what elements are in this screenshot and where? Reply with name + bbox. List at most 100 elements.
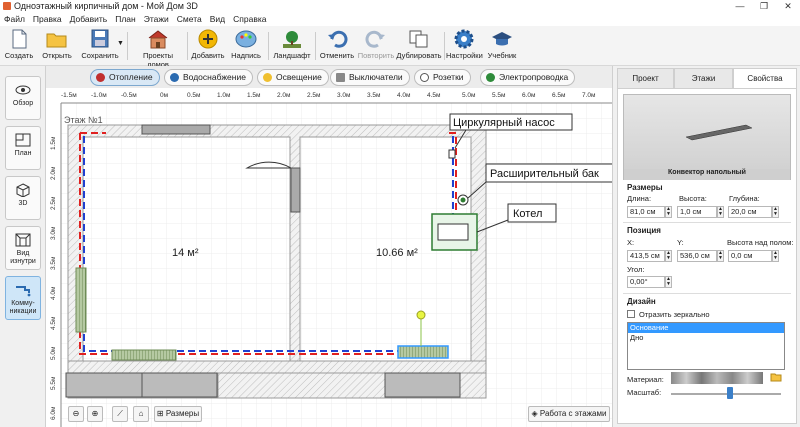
tab-project[interactable]: Проект <box>617 68 674 88</box>
inside-view-button[interactable]: Вид изнутри <box>5 226 41 270</box>
view-3d-button[interactable]: 3D <box>5 176 41 220</box>
floors-work-button[interactable]: ◈ Работа с этажами <box>528 406 610 422</box>
tab-switches[interactable]: Выключатели <box>330 69 410 86</box>
elevation-stepper[interactable]: ▲ ▼ <box>772 250 779 262</box>
menu-edit[interactable]: Правка <box>29 13 66 26</box>
duplicate-button[interactable]: Дублировать <box>396 26 442 66</box>
zoom-in-button[interactable]: ⊕ <box>87 406 103 422</box>
tab-heating[interactable]: Отопление <box>90 69 160 86</box>
settings-button[interactable]: Настройки <box>446 26 483 66</box>
rotation-handle[interactable] <box>416 310 426 320</box>
floor-convector-selected[interactable] <box>397 345 449 359</box>
plan-button[interactable]: План <box>5 126 41 170</box>
depth-field[interactable]: 20,0 см <box>728 206 772 218</box>
angle-field[interactable]: 0,00° <box>627 276 665 288</box>
tab-floors[interactable]: Этажи <box>674 68 733 88</box>
overview-button[interactable]: Обзор <box>5 76 41 120</box>
window[interactable] <box>141 124 211 135</box>
parts-list[interactable]: Основание Дно <box>627 322 785 370</box>
y-stepper[interactable]: ▲ ▼ <box>717 250 724 262</box>
menu-view[interactable]: Вид <box>206 13 229 26</box>
palette-icon <box>235 29 257 49</box>
radiator[interactable] <box>75 267 87 333</box>
scale-slider-thumb[interactable] <box>727 387 733 399</box>
menu-estimate[interactable]: Смета <box>173 13 206 26</box>
circulation-pump[interactable] <box>448 149 456 159</box>
communications-button[interactable]: Комму-никации <box>5 276 41 320</box>
plan-icon <box>15 133 31 147</box>
sizes-title: Размеры <box>627 183 663 192</box>
zoom-out-button[interactable]: ⊖ <box>68 406 84 422</box>
switch-icon <box>336 73 345 82</box>
tab-water[interactable]: Водоснабжение <box>164 69 253 86</box>
ruler-button[interactable]: ⟋ <box>112 406 128 422</box>
redo-icon <box>365 29 387 49</box>
radiator[interactable] <box>111 349 177 361</box>
y-label: Y: <box>677 238 684 247</box>
menu-help[interactable]: Справка <box>229 13 270 26</box>
ruler-y-label: 5.0м <box>50 346 57 360</box>
height-field[interactable]: 1,0 см <box>677 206 717 218</box>
list-item[interactable]: Дно <box>628 333 784 343</box>
x-field[interactable]: 413,5 см <box>627 250 665 262</box>
elevation-field[interactable]: 0,0 см <box>728 250 772 262</box>
mirror-checkbox[interactable] <box>627 310 635 318</box>
add-button[interactable]: Добавить <box>190 26 226 66</box>
tab-sockets[interactable]: Розетки <box>414 69 471 86</box>
undo-button[interactable]: Отменить <box>318 26 356 66</box>
window[interactable] <box>141 372 218 398</box>
boiler-panel <box>437 223 469 241</box>
zoom-in-icon: ⊕ <box>91 409 99 418</box>
length-field[interactable]: 81,0 см <box>627 206 665 218</box>
left-view-panel: Обзор План 3D Вид изнутри Комму-никации <box>0 66 46 427</box>
ruler-icon: ⟋ <box>117 409 123 418</box>
open-button[interactable]: Открыть <box>38 26 76 66</box>
window[interactable] <box>384 372 461 398</box>
ruler-x-label: 7.0м <box>582 92 596 99</box>
floor-plan[interactable]: -1.5м -1.0м -0.5м 0м 0.5м 1.0м 1.5м 2.0м… <box>46 88 612 427</box>
house-projects-button[interactable]: Проекты домов <box>132 26 184 69</box>
menu-floors[interactable]: Этажи <box>140 13 173 26</box>
height-stepper[interactable]: ▲ ▼ <box>717 206 724 218</box>
sizes-button[interactable]: ⊞ Размеры <box>154 406 202 422</box>
menu-add[interactable]: Добавить <box>66 13 112 26</box>
window[interactable] <box>65 372 143 398</box>
door-frame[interactable] <box>290 167 301 213</box>
socket-icon <box>420 73 429 82</box>
home-button[interactable]: ⌂ <box>133 406 149 422</box>
angle-stepper[interactable]: ▲ ▼ <box>665 276 672 288</box>
x-stepper[interactable]: ▲ ▼ <box>665 250 672 262</box>
ruler-x-label: 2.5м <box>307 92 321 99</box>
ruler-x-label: -0.5м <box>121 92 137 99</box>
ruler-x-label: 0м <box>160 92 169 99</box>
create-button[interactable]: Создать <box>2 26 36 66</box>
save-dropdown-icon[interactable]: ▼ <box>117 40 124 47</box>
depth-stepper[interactable]: ▲ ▼ <box>772 206 779 218</box>
tab-properties[interactable]: Свойства <box>733 68 797 88</box>
y-field[interactable]: 536,0 см <box>677 250 717 262</box>
plan-canvas[interactable]: -1.5м -1.0м -0.5м 0м 0.5м 1.0м 1.5м 2.0м… <box>46 88 612 427</box>
minimize-button[interactable]: — <box>728 0 752 13</box>
tab-wiring[interactable]: Электропроводка <box>480 69 576 86</box>
undo-icon <box>326 29 348 49</box>
save-button[interactable]: Сохранить <box>78 26 122 66</box>
ruler-x-label: 3.0м <box>337 92 351 99</box>
label-button[interactable]: Надпись <box>228 26 264 66</box>
scale-slider-track[interactable] <box>671 393 781 395</box>
window-title: Одноэтажный кирпичный дом - Мой Дом 3D <box>14 1 198 11</box>
tab-lighting[interactable]: Освещение <box>257 69 329 86</box>
tutorial-button[interactable]: Учебник <box>484 26 520 66</box>
close-button[interactable]: ✕ <box>776 0 800 13</box>
material-swatch[interactable] <box>671 372 763 384</box>
landscape-button[interactable]: Ландшафт <box>272 26 312 66</box>
length-stepper[interactable]: ▲ ▼ <box>665 206 672 218</box>
maximize-button[interactable]: ❐ <box>752 0 776 13</box>
floppy-disk-icon <box>89 29 111 49</box>
list-item[interactable]: Основание <box>628 323 784 333</box>
folder-icon[interactable] <box>770 371 782 383</box>
x-label: X: <box>627 238 635 247</box>
menu-file[interactable]: Файл <box>0 13 29 26</box>
menu-plan[interactable]: План <box>111 13 140 26</box>
ruler-x-label: 1.0м <box>217 92 231 99</box>
redo-button[interactable]: Повторить <box>357 26 395 66</box>
